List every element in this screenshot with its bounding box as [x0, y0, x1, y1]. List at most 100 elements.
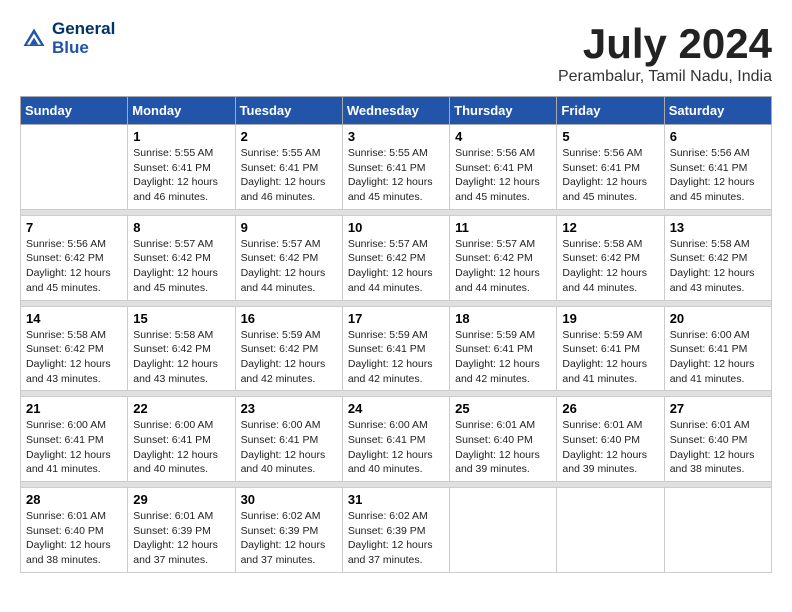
day-info: Sunrise: 6:02 AM Sunset: 6:39 PM Dayligh… — [348, 509, 444, 568]
column-header-tuesday: Tuesday — [235, 97, 342, 125]
cell-week3-day5: 18 Sunrise: 5:59 AM Sunset: 6:41 PM Dayli… — [450, 306, 557, 391]
day-number: 27 — [670, 401, 766, 416]
cell-week4-day2: 22 Sunrise: 6:00 AM Sunset: 6:41 PM Dayli… — [128, 397, 235, 482]
cell-week3-day7: 20 Sunrise: 6:00 AM Sunset: 6:41 PM Dayli… — [664, 306, 771, 391]
cell-week1-day6: 5Sunrise: 5:56 AM Sunset: 6:41 PM Daylig… — [557, 125, 664, 210]
cell-week5-day3: 30 Sunrise: 6:02 AM Sunset: 6:39 PM Dayli… — [235, 488, 342, 573]
day-number: 31 — [348, 492, 444, 507]
cell-week3-day6: 19Sunrise: 5:59 AM Sunset: 6:41 PM Dayli… — [557, 306, 664, 391]
day-info: Sunrise: 5:56 AM Sunset: 6:41 PM Dayligh… — [562, 146, 658, 205]
cell-week5-day6 — [557, 488, 664, 573]
location: Perambalur, Tamil Nadu, India — [558, 68, 772, 86]
logo: General Blue — [20, 20, 115, 57]
cell-week4-day7: 27 Sunrise: 6:01 AM Sunset: 6:40 PM Dayli… — [664, 397, 771, 482]
day-number: 16 — [241, 311, 337, 326]
week-row-1: 1 Sunrise: 5:55 AM Sunset: 6:41 PM Daylig… — [21, 125, 772, 210]
day-number: 30 — [241, 492, 337, 507]
day-number: 15 — [133, 311, 229, 326]
page-header: General Blue July 2024 Perambalur, Tamil… — [20, 20, 772, 86]
day-info: Sunrise: 5:55 AM Sunset: 6:41 PM Dayligh… — [348, 146, 444, 205]
title-block: July 2024 Perambalur, Tamil Nadu, India — [558, 20, 772, 86]
cell-week1-day3: 2 Sunrise: 5:55 AM Sunset: 6:41 PM Daylig… — [235, 125, 342, 210]
day-number: 29 — [133, 492, 229, 507]
day-info: Sunrise: 5:56 AM Sunset: 6:41 PM Dayligh… — [455, 146, 551, 205]
day-number: 28 — [26, 492, 122, 507]
week-row-4: 21 Sunrise: 6:00 AM Sunset: 6:41 PM Dayli… — [21, 397, 772, 482]
column-header-monday: Monday — [128, 97, 235, 125]
day-number: 2 — [241, 129, 337, 144]
day-number: 24 — [348, 401, 444, 416]
cell-week1-day4: 3Sunrise: 5:55 AM Sunset: 6:41 PM Daylig… — [342, 125, 449, 210]
cell-week2-day1: 7Sunrise: 5:56 AM Sunset: 6:42 PM Daylig… — [21, 215, 128, 300]
cell-week2-day5: 11 Sunrise: 5:57 AM Sunset: 6:42 PM Dayli… — [450, 215, 557, 300]
day-number: 25 — [455, 401, 551, 416]
cell-week3-day2: 15Sunrise: 5:58 AM Sunset: 6:42 PM Dayli… — [128, 306, 235, 391]
day-number: 18 — [455, 311, 551, 326]
day-info: Sunrise: 6:02 AM Sunset: 6:39 PM Dayligh… — [241, 509, 337, 568]
day-info: Sunrise: 6:00 AM Sunset: 6:41 PM Dayligh… — [670, 328, 766, 387]
cell-week5-day2: 29Sunrise: 6:01 AM Sunset: 6:39 PM Dayli… — [128, 488, 235, 573]
day-number: 19 — [562, 311, 658, 326]
day-info: Sunrise: 5:55 AM Sunset: 6:41 PM Dayligh… — [133, 146, 229, 205]
day-number: 10 — [348, 220, 444, 235]
cell-week2-day2: 8Sunrise: 5:57 AM Sunset: 6:42 PM Daylig… — [128, 215, 235, 300]
cell-week3-day4: 17 Sunrise: 5:59 AM Sunset: 6:41 PM Dayli… — [342, 306, 449, 391]
day-number: 11 — [455, 220, 551, 235]
day-info: Sunrise: 6:00 AM Sunset: 6:41 PM Dayligh… — [348, 418, 444, 477]
day-info: Sunrise: 6:00 AM Sunset: 6:41 PM Dayligh… — [26, 418, 122, 477]
cell-week2-day4: 10Sunrise: 5:57 AM Sunset: 6:42 PM Dayli… — [342, 215, 449, 300]
week-row-3: 14 Sunrise: 5:58 AM Sunset: 6:42 PM Dayli… — [21, 306, 772, 391]
day-number: 20 — [670, 311, 766, 326]
cell-week1-day5: 4 Sunrise: 5:56 AM Sunset: 6:41 PM Daylig… — [450, 125, 557, 210]
column-header-thursday: Thursday — [450, 97, 557, 125]
cell-week5-day1: 28 Sunrise: 6:01 AM Sunset: 6:40 PM Dayli… — [21, 488, 128, 573]
day-info: Sunrise: 6:01 AM Sunset: 6:40 PM Dayligh… — [670, 418, 766, 477]
cell-week2-day6: 12 Sunrise: 5:58 AM Sunset: 6:42 PM Dayli… — [557, 215, 664, 300]
cell-week4-day5: 25 Sunrise: 6:01 AM Sunset: 6:40 PM Dayli… — [450, 397, 557, 482]
day-info: Sunrise: 6:00 AM Sunset: 6:41 PM Dayligh… — [133, 418, 229, 477]
day-number: 26 — [562, 401, 658, 416]
day-number: 9 — [241, 220, 337, 235]
column-header-saturday: Saturday — [664, 97, 771, 125]
cell-week3-day1: 14 Sunrise: 5:58 AM Sunset: 6:42 PM Dayli… — [21, 306, 128, 391]
day-number: 12 — [562, 220, 658, 235]
day-info: Sunrise: 6:01 AM Sunset: 6:40 PM Dayligh… — [26, 509, 122, 568]
cell-week4-day3: 23Sunrise: 6:00 AM Sunset: 6:41 PM Dayli… — [235, 397, 342, 482]
day-number: 4 — [455, 129, 551, 144]
day-info: Sunrise: 5:58 AM Sunset: 6:42 PM Dayligh… — [562, 237, 658, 296]
day-number: 14 — [26, 311, 122, 326]
column-header-sunday: Sunday — [21, 97, 128, 125]
week-row-5: 28 Sunrise: 6:01 AM Sunset: 6:40 PM Dayli… — [21, 488, 772, 573]
day-info: Sunrise: 5:58 AM Sunset: 6:42 PM Dayligh… — [670, 237, 766, 296]
week-row-2: 7Sunrise: 5:56 AM Sunset: 6:42 PM Daylig… — [21, 215, 772, 300]
day-info: Sunrise: 5:59 AM Sunset: 6:41 PM Dayligh… — [348, 328, 444, 387]
cell-week4-day4: 24 Sunrise: 6:00 AM Sunset: 6:41 PM Dayli… — [342, 397, 449, 482]
day-info: Sunrise: 5:57 AM Sunset: 6:42 PM Dayligh… — [133, 237, 229, 296]
cell-week2-day7: 13Sunrise: 5:58 AM Sunset: 6:42 PM Dayli… — [664, 215, 771, 300]
day-info: Sunrise: 6:01 AM Sunset: 6:40 PM Dayligh… — [455, 418, 551, 477]
cell-week5-day7 — [664, 488, 771, 573]
column-header-wednesday: Wednesday — [342, 97, 449, 125]
day-info: Sunrise: 5:56 AM Sunset: 6:41 PM Dayligh… — [670, 146, 766, 205]
day-info: Sunrise: 5:55 AM Sunset: 6:41 PM Dayligh… — [241, 146, 337, 205]
cell-week1-day2: 1 Sunrise: 5:55 AM Sunset: 6:41 PM Daylig… — [128, 125, 235, 210]
day-info: Sunrise: 5:59 AM Sunset: 6:41 PM Dayligh… — [455, 328, 551, 387]
cell-week3-day3: 16 Sunrise: 5:59 AM Sunset: 6:42 PM Dayli… — [235, 306, 342, 391]
cell-week2-day3: 9Sunrise: 5:57 AM Sunset: 6:42 PM Daylig… — [235, 215, 342, 300]
day-info: Sunrise: 5:56 AM Sunset: 6:42 PM Dayligh… — [26, 237, 122, 296]
column-header-friday: Friday — [557, 97, 664, 125]
logo-blue: Blue — [52, 39, 115, 58]
day-info: Sunrise: 5:58 AM Sunset: 6:42 PM Dayligh… — [26, 328, 122, 387]
cell-week5-day4: 31 Sunrise: 6:02 AM Sunset: 6:39 PM Dayli… — [342, 488, 449, 573]
day-number: 22 — [133, 401, 229, 416]
day-number: 1 — [133, 129, 229, 144]
day-number: 17 — [348, 311, 444, 326]
day-info: Sunrise: 5:57 AM Sunset: 6:42 PM Dayligh… — [455, 237, 551, 296]
day-number: 6 — [670, 129, 766, 144]
day-info: Sunrise: 5:59 AM Sunset: 6:42 PM Dayligh… — [241, 328, 337, 387]
day-info: Sunrise: 6:01 AM Sunset: 6:40 PM Dayligh… — [562, 418, 658, 477]
cell-week1-day1 — [21, 125, 128, 210]
day-number: 21 — [26, 401, 122, 416]
column-headers: SundayMondayTuesdayWednesdayThursdayFrid… — [21, 97, 772, 125]
logo-icon — [20, 25, 48, 53]
